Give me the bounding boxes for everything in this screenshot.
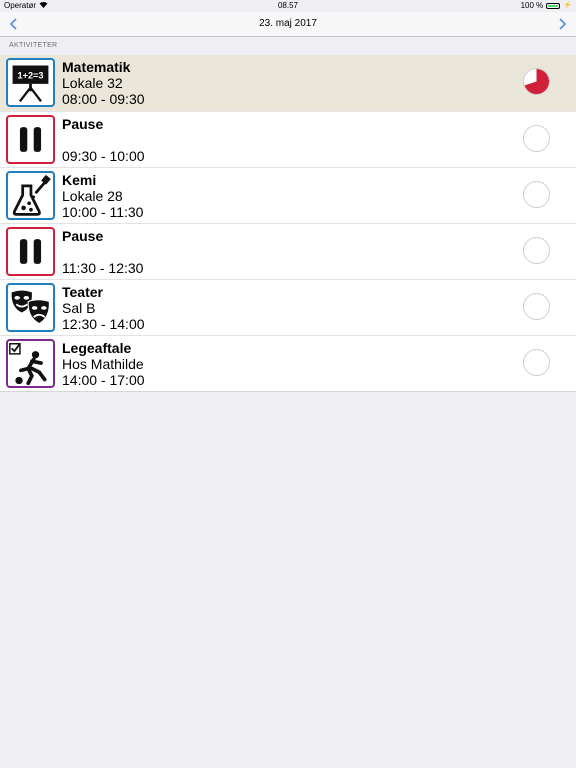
- pause-icon: [6, 227, 55, 276]
- activity-texts: Pause 09:30 - 10:00: [62, 116, 145, 164]
- pause-icon: [6, 115, 55, 164]
- activity-place: [62, 132, 145, 148]
- activity-place: Hos Mathilde: [62, 356, 144, 372]
- activity-title: Matematik: [62, 59, 131, 75]
- battery-icon: [546, 3, 561, 9]
- activity-time: 10:00 - 11:30: [62, 204, 144, 220]
- section-header: AKTIVITETER: [9, 42, 58, 49]
- svg-text:1+2=3: 1+2=3: [17, 70, 43, 80]
- checkmark-circle-icon[interactable]: [523, 293, 550, 320]
- activity-time: 09:30 - 10:00: [62, 148, 145, 164]
- charging-icon: ⚡: [563, 2, 572, 9]
- theater-masks-icon: [6, 283, 55, 332]
- playdate-icon: [6, 339, 55, 388]
- activity-place: Lokale 32: [62, 75, 123, 91]
- math-board-icon: 1+2=3: [6, 58, 55, 107]
- activity-time: 12:30 - 14:00: [62, 316, 145, 332]
- activity-texts: Matematik Lokale 32 08:00 - 09:30: [62, 59, 145, 107]
- activity-texts: Kemi Lokale 28 10:00 - 11:30: [62, 172, 143, 220]
- checkmark-circle-icon[interactable]: [523, 237, 550, 264]
- activity-title: Legeaftale: [62, 340, 132, 356]
- status-bar: Operatør 08.57 100 % ⚡: [0, 0, 576, 12]
- activity-row-kemi[interactable]: Kemi Lokale 28 10:00 - 11:30: [0, 167, 576, 223]
- activity-time: 14:00 - 17:00: [62, 372, 145, 388]
- activity-row-teater[interactable]: Teater Sal B 12:30 - 14:00: [0, 279, 576, 335]
- flask-icon: [6, 171, 55, 220]
- activity-texts: Teater Sal B 12:30 - 14:00: [62, 284, 145, 332]
- activity-place: Lokale 28: [62, 188, 123, 204]
- activity-row-pause[interactable]: Pause 09:30 - 10:00: [0, 111, 576, 167]
- status-time: 08.57: [277, 1, 299, 10]
- activity-title: Pause: [62, 116, 104, 132]
- checkmark-circle-icon[interactable]: [523, 349, 550, 376]
- activity-place: [62, 244, 143, 260]
- checkmark-circle-icon[interactable]: [523, 125, 550, 152]
- chevron-right-icon[interactable]: [554, 15, 572, 33]
- checkmark-circle-icon[interactable]: [523, 181, 550, 208]
- battery-label: 100 %: [520, 1, 544, 10]
- activity-texts: Legeaftale Hos Mathilde 14:00 - 17:00: [62, 340, 145, 388]
- activity-place: Sal B: [62, 300, 96, 316]
- activity-title: Pause: [62, 228, 104, 244]
- activity-title: Teater: [62, 284, 103, 300]
- activity-title: Kemi: [62, 172, 97, 188]
- activity-list: 1+2=3 Matematik Lokale 32 08:00 - 09:30: [0, 55, 576, 392]
- progress-pie-icon[interactable]: [523, 68, 550, 95]
- date-title: 23. maj 2017: [259, 18, 317, 29]
- nav-bar: 23. maj 2017: [0, 12, 576, 37]
- activity-row-pause[interactable]: Pause 11:30 - 12:30: [0, 223, 576, 279]
- activity-time: 08:00 - 09:30: [62, 91, 145, 107]
- activity-row-legeaftale[interactable]: Legeaftale Hos Mathilde 14:00 - 17:00: [0, 335, 576, 391]
- status-right: 100 % ⚡: [521, 0, 572, 12]
- activity-texts: Pause 11:30 - 12:30: [62, 228, 143, 276]
- activity-time: 11:30 - 12:30: [62, 260, 144, 276]
- activity-row-matematik[interactable]: 1+2=3 Matematik Lokale 32 08:00 - 09:30: [0, 55, 576, 111]
